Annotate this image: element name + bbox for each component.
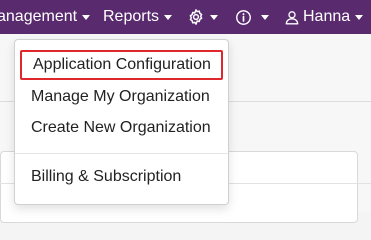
menu-divider — [15, 153, 228, 154]
menu-item-label: Application Configuration — [33, 56, 211, 73]
nav-management-menu[interactable]: anagement — [0, 0, 91, 34]
section-divider — [228, 101, 371, 102]
user-icon — [284, 9, 300, 26]
top-navbar: anagement Reports Hanna — [0, 0, 371, 34]
chevron-down-icon — [164, 14, 173, 20]
menu-item-billing-subscription[interactable]: Billing & Subscription — [15, 162, 228, 192]
menu-item-label: Manage My Organization — [31, 88, 210, 105]
menu-item-manage-my-organization[interactable]: Manage My Organization — [15, 82, 228, 112]
nav-user-menu[interactable]: Hanna — [284, 0, 364, 34]
chevron-down-icon — [210, 14, 218, 20]
settings-dropdown-menu: Application Configuration Manage My Orga… — [14, 39, 229, 205]
section-divider — [0, 101, 14, 102]
gear-icon — [187, 8, 205, 26]
chevron-down-icon — [82, 14, 91, 20]
chevron-down-icon — [355, 14, 364, 20]
menu-item-create-new-organization[interactable]: Create New Organization — [15, 113, 228, 143]
nav-user-label: Hanna — [303, 8, 351, 25]
info-icon — [235, 9, 252, 26]
chevron-down-icon — [261, 14, 269, 20]
menu-item-application-configuration[interactable]: Application Configuration — [20, 50, 223, 80]
nav-reports-menu[interactable]: Reports — [103, 0, 173, 34]
nav-reports-label: Reports — [103, 8, 160, 25]
menu-item-label: Billing & Subscription — [31, 168, 182, 185]
menu-item-label: Create New Organization — [31, 119, 211, 136]
nav-settings-menu[interactable] — [187, 0, 218, 34]
nav-management-label: anagement — [0, 8, 78, 25]
nav-info-menu[interactable] — [235, 0, 269, 34]
